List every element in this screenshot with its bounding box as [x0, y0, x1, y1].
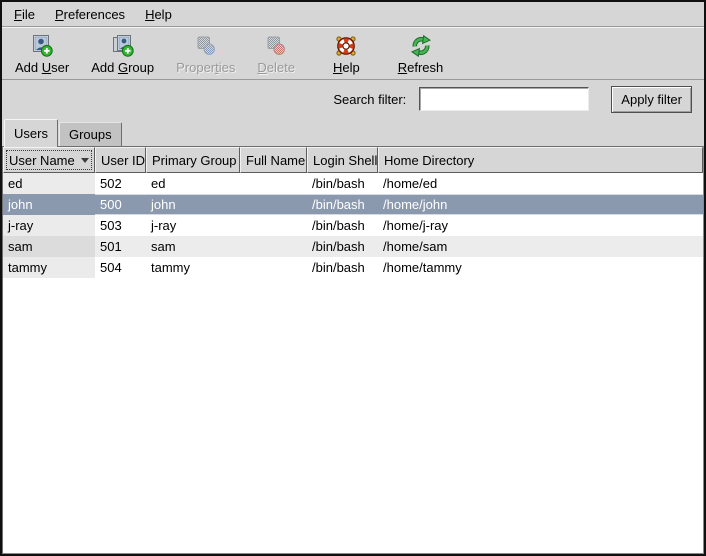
tab-users-label: Users: [14, 126, 48, 141]
users-table: User Name User ID Primary Group Full Nam…: [2, 146, 704, 554]
cell-login-shell: /bin/bash: [307, 215, 378, 236]
cell-user-name: j-ray: [3, 215, 95, 236]
app-window: File Preferences Help Add User: [0, 0, 706, 556]
menu-preferences[interactable]: Preferences: [45, 2, 135, 26]
cell-home-directory: /home/ed: [378, 173, 703, 194]
cell-user-name: john: [3, 194, 95, 215]
properties-icon: [193, 33, 219, 59]
tab-groups-label: Groups: [69, 127, 112, 142]
tab-users[interactable]: Users: [4, 119, 58, 147]
column-header-user-id-label: User ID: [101, 153, 145, 168]
column-header-login-shell-label: Login Shell: [313, 153, 377, 168]
table-row[interactable]: tammy 504 tammy /bin/bash /home/tammy: [3, 257, 703, 278]
cell-login-shell: /bin/bash: [307, 236, 378, 257]
table-row[interactable]: ed 502 ed /bin/bash /home/ed: [3, 173, 703, 194]
table-row[interactable]: j-ray 503 j-ray /bin/bash /home/j-ray: [3, 215, 703, 236]
cell-full-name: [240, 173, 307, 194]
cell-primary-group: ed: [146, 173, 240, 194]
cell-home-directory: /home/sam: [378, 236, 703, 257]
cell-primary-group: j-ray: [146, 215, 240, 236]
table-row[interactable]: sam 501 sam /bin/bash /home/sam: [3, 236, 703, 257]
properties-label: Properties: [176, 60, 235, 75]
search-filter-input[interactable]: [419, 87, 589, 111]
refresh-button[interactable]: Refresh: [391, 30, 451, 77]
help-button[interactable]: Help: [326, 30, 367, 77]
column-header-full-name[interactable]: Full Name: [240, 147, 307, 173]
refresh-label: Refresh: [398, 60, 444, 75]
table-header-row: User Name User ID Primary Group Full Nam…: [3, 147, 703, 173]
column-header-user-id[interactable]: User ID: [95, 147, 146, 173]
column-header-user-name[interactable]: User Name: [3, 147, 95, 173]
cell-home-directory: /home/tammy: [378, 257, 703, 278]
column-header-primary-group[interactable]: Primary Group: [146, 147, 240, 173]
cell-user-name: sam: [3, 236, 95, 257]
delete-icon: [263, 33, 289, 59]
add-user-button[interactable]: Add User: [8, 30, 76, 77]
add-user-icon: [29, 33, 55, 59]
column-header-primary-group-label: Primary Group: [152, 153, 237, 168]
delete-button[interactable]: Delete: [250, 30, 302, 77]
search-filter-row: Search filter: Apply filter: [2, 80, 704, 118]
add-group-icon: [110, 33, 136, 59]
table-row[interactable]: john 500 john /bin/bash /home/john: [3, 194, 703, 215]
delete-label: Delete: [257, 60, 295, 75]
help-icon: [333, 33, 359, 59]
table-empty-area: [3, 278, 703, 553]
menu-help[interactable]: Help: [135, 2, 182, 26]
cell-full-name: [240, 236, 307, 257]
column-header-full-name-label: Full Name: [246, 153, 305, 168]
column-header-home-directory-label: Home Directory: [384, 153, 474, 168]
cell-primary-group: tammy: [146, 257, 240, 278]
cell-primary-group: john: [146, 194, 240, 215]
cell-login-shell: /bin/bash: [307, 257, 378, 278]
cell-user-name: ed: [3, 173, 95, 194]
cell-home-directory: /home/j-ray: [378, 215, 703, 236]
cell-full-name: [240, 215, 307, 236]
add-group-label: Add Group: [91, 60, 154, 75]
cell-home-directory: /home/john: [378, 194, 703, 215]
sort-arrow-icon: [81, 158, 89, 163]
cell-user-id: 502: [95, 173, 146, 194]
add-group-button[interactable]: Add Group: [84, 30, 161, 77]
properties-button[interactable]: Properties: [169, 30, 242, 77]
cell-user-id: 500: [95, 194, 146, 215]
cell-user-name: tammy: [3, 257, 95, 278]
tab-bar: Users Groups: [2, 118, 704, 146]
toolbar: Add User Add Group: [2, 28, 704, 80]
cell-user-id: 501: [95, 236, 146, 257]
cell-user-id: 503: [95, 215, 146, 236]
column-header-home-directory[interactable]: Home Directory: [378, 147, 703, 173]
cell-login-shell: /bin/bash: [307, 194, 378, 215]
menubar: File Preferences Help: [2, 2, 704, 27]
refresh-icon: [408, 33, 434, 59]
cell-login-shell: /bin/bash: [307, 173, 378, 194]
search-filter-label: Search filter:: [333, 92, 406, 107]
help-label: Help: [333, 60, 360, 75]
add-user-label: Add User: [15, 60, 69, 75]
column-header-user-name-label: User Name: [9, 153, 75, 168]
tab-groups[interactable]: Groups: [59, 122, 122, 146]
apply-filter-button[interactable]: Apply filter: [611, 86, 692, 113]
table-body: ed 502 ed /bin/bash /home/ed john 500 jo…: [3, 173, 703, 278]
cell-full-name: [240, 194, 307, 215]
cell-full-name: [240, 257, 307, 278]
column-header-login-shell[interactable]: Login Shell: [307, 147, 378, 173]
cell-primary-group: sam: [146, 236, 240, 257]
menu-file[interactable]: File: [4, 2, 45, 26]
cell-user-id: 504: [95, 257, 146, 278]
